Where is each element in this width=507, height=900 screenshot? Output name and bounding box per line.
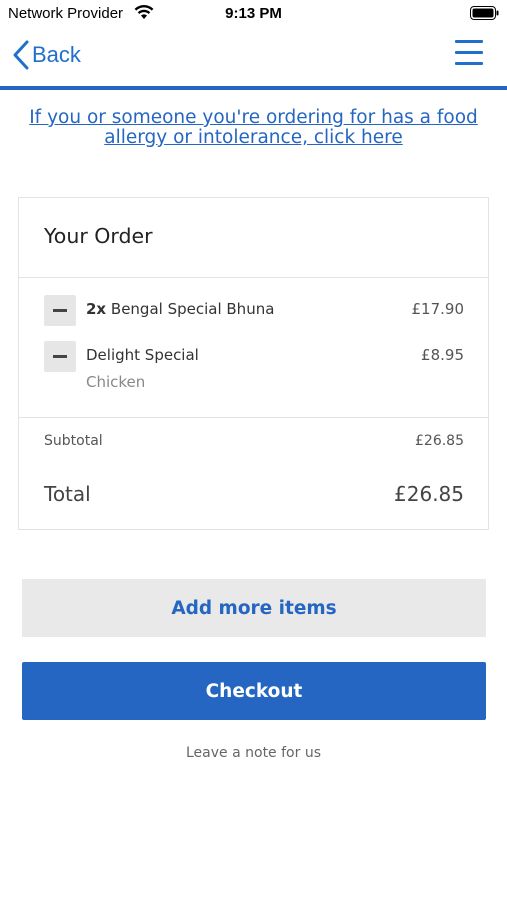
allergy-notice-link[interactable]: If you or someone you're ordering for ha… <box>24 108 483 148</box>
divider <box>19 417 488 418</box>
item-price: £8.95 <box>421 346 464 364</box>
subtotal-value: £26.85 <box>415 433 464 449</box>
leave-note-link[interactable]: Leave a note for us <box>0 745 507 761</box>
divider <box>19 277 488 278</box>
add-more-items-button[interactable]: Add more items <box>22 579 486 637</box>
navigation-bar: Back <box>0 28 507 86</box>
item-option: Chicken <box>86 373 146 391</box>
item-price: £17.90 <box>411 300 465 318</box>
item-title: Bengal Special Bhuna <box>110 300 275 318</box>
item-name: 2x Bengal Special Bhuna <box>86 300 274 318</box>
remove-item-button[interactable] <box>44 341 76 372</box>
checkout-button[interactable]: Checkout <box>22 662 486 720</box>
status-bar: Network Provider 9:13 PM <box>0 0 507 28</box>
status-time: 9:13 PM <box>225 5 282 22</box>
battery-icon <box>470 6 499 20</box>
total-value: £26.85 <box>394 482 464 506</box>
item-quantity: 2x <box>86 300 107 318</box>
nav-divider <box>0 86 507 90</box>
order-card: Your Order 2x Bengal Special Bhuna £17.9… <box>18 197 489 530</box>
hamburger-menu-icon[interactable] <box>455 40 483 66</box>
remove-item-button[interactable] <box>44 295 76 326</box>
back-button[interactable]: Back <box>12 38 81 72</box>
subtotal-label: Subtotal <box>44 433 103 449</box>
order-title: Your Order <box>44 224 153 248</box>
item-title: Delight Special <box>86 346 199 364</box>
total-label: Total <box>44 482 91 506</box>
item-name: Delight Special <box>86 346 199 364</box>
chevron-left-icon <box>13 40 29 70</box>
back-label: Back <box>32 42 81 67</box>
